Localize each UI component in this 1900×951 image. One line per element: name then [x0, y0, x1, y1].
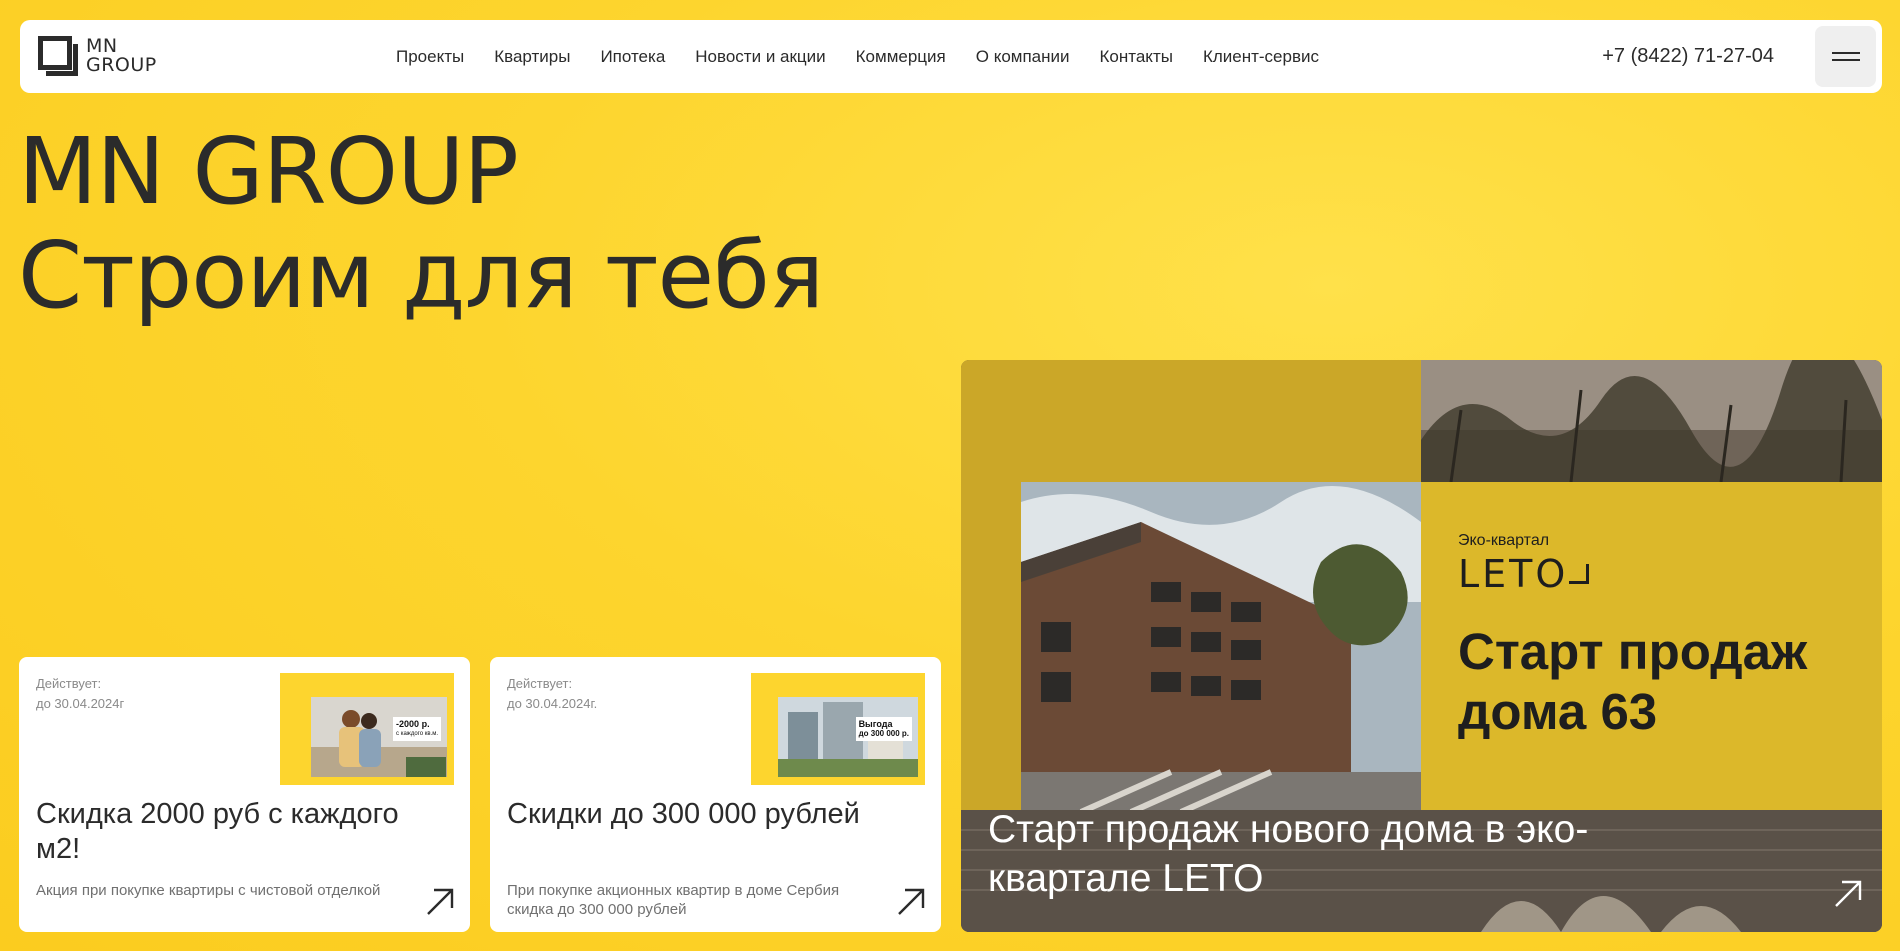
logo-line2: GROUP: [86, 54, 157, 76]
eco-label: Эко-квартал: [1458, 532, 1550, 549]
nav-apartments[interactable]: Квартиры: [494, 47, 570, 67]
arrow-up-right-icon[interactable]: [895, 886, 927, 918]
promo-valid: Действует: до 30.04.2024г.: [507, 676, 598, 711]
hamburger-icon: [1831, 52, 1860, 54]
nav-contacts[interactable]: Контакты: [1100, 47, 1173, 67]
building-render-icon: [1021, 482, 1421, 812]
promo-card[interactable]: Действует: до 30.04.2024г. Выгода до 300…: [490, 657, 941, 932]
nav-news[interactable]: Новости и акции: [695, 47, 825, 67]
promo-card[interactable]: Действует: до 30.04.2024г -2000 р. с каж…: [19, 657, 470, 932]
nav-mortgage[interactable]: Ипотека: [600, 47, 665, 67]
promo-thumbnail: -2000 р. с каждого кв.м.: [311, 697, 447, 777]
arrow-up-right-icon[interactable]: [1832, 878, 1864, 910]
trees-photo-icon: [1421, 360, 1882, 482]
site-header: MN GROUP Проекты Квартиры Ипотека Новост…: [20, 20, 1882, 93]
promo-thumb-label: Выгода до 300 000 р.: [855, 717, 912, 741]
banner-sale-title: Старт продаж дома 63: [1458, 623, 1808, 740]
nav-about[interactable]: О компании: [976, 47, 1070, 67]
arrow-up-right-icon[interactable]: [424, 886, 456, 918]
nav-commercial[interactable]: Коммерция: [856, 47, 946, 67]
promo-title: Скидка 2000 руб с каждого м2!: [36, 798, 399, 865]
leto-logo: LETO: [1458, 552, 1569, 596]
leto-banner[interactable]: Эко-квартал LETO Старт продаж дома 63 Ст…: [961, 360, 1882, 932]
menu-button[interactable]: [1815, 26, 1876, 87]
logo-text: MN GROUP: [86, 37, 157, 75]
hero-title-line2: Строим для тебя: [18, 222, 824, 329]
logo-mark-icon: [38, 36, 78, 76]
banner-caption: Старт продаж нового дома в эко-квартале …: [988, 808, 1589, 900]
building-photo: [1021, 482, 1421, 812]
leto-bracket-icon: [1569, 564, 1589, 584]
promo-thumbnail: Выгода до 300 000 р.: [778, 697, 918, 777]
hero-title: MN GROUP Строим для тебя: [18, 118, 824, 329]
promo-title: Скидки до 300 000 рублей: [507, 798, 860, 830]
hero-title-line1: MN GROUP: [18, 118, 519, 225]
nav-client-service[interactable]: Клиент-сервис: [1203, 47, 1319, 67]
promo-description: При покупке акционных квартир в доме Сер…: [507, 882, 840, 918]
promo-thumb-label: -2000 р. с каждого кв.м.: [393, 717, 441, 741]
nav-projects[interactable]: Проекты: [396, 47, 464, 67]
promo-description: Акция при покупке квартиры с чистовой от…: [36, 882, 381, 899]
main-nav: Проекты Квартиры Ипотека Новости и акции…: [396, 20, 1349, 93]
phone-link[interactable]: +7 (8422) 71-27-04: [1602, 20, 1774, 93]
logo[interactable]: MN GROUP: [38, 36, 157, 76]
promo-valid: Действует: до 30.04.2024г: [36, 676, 125, 711]
